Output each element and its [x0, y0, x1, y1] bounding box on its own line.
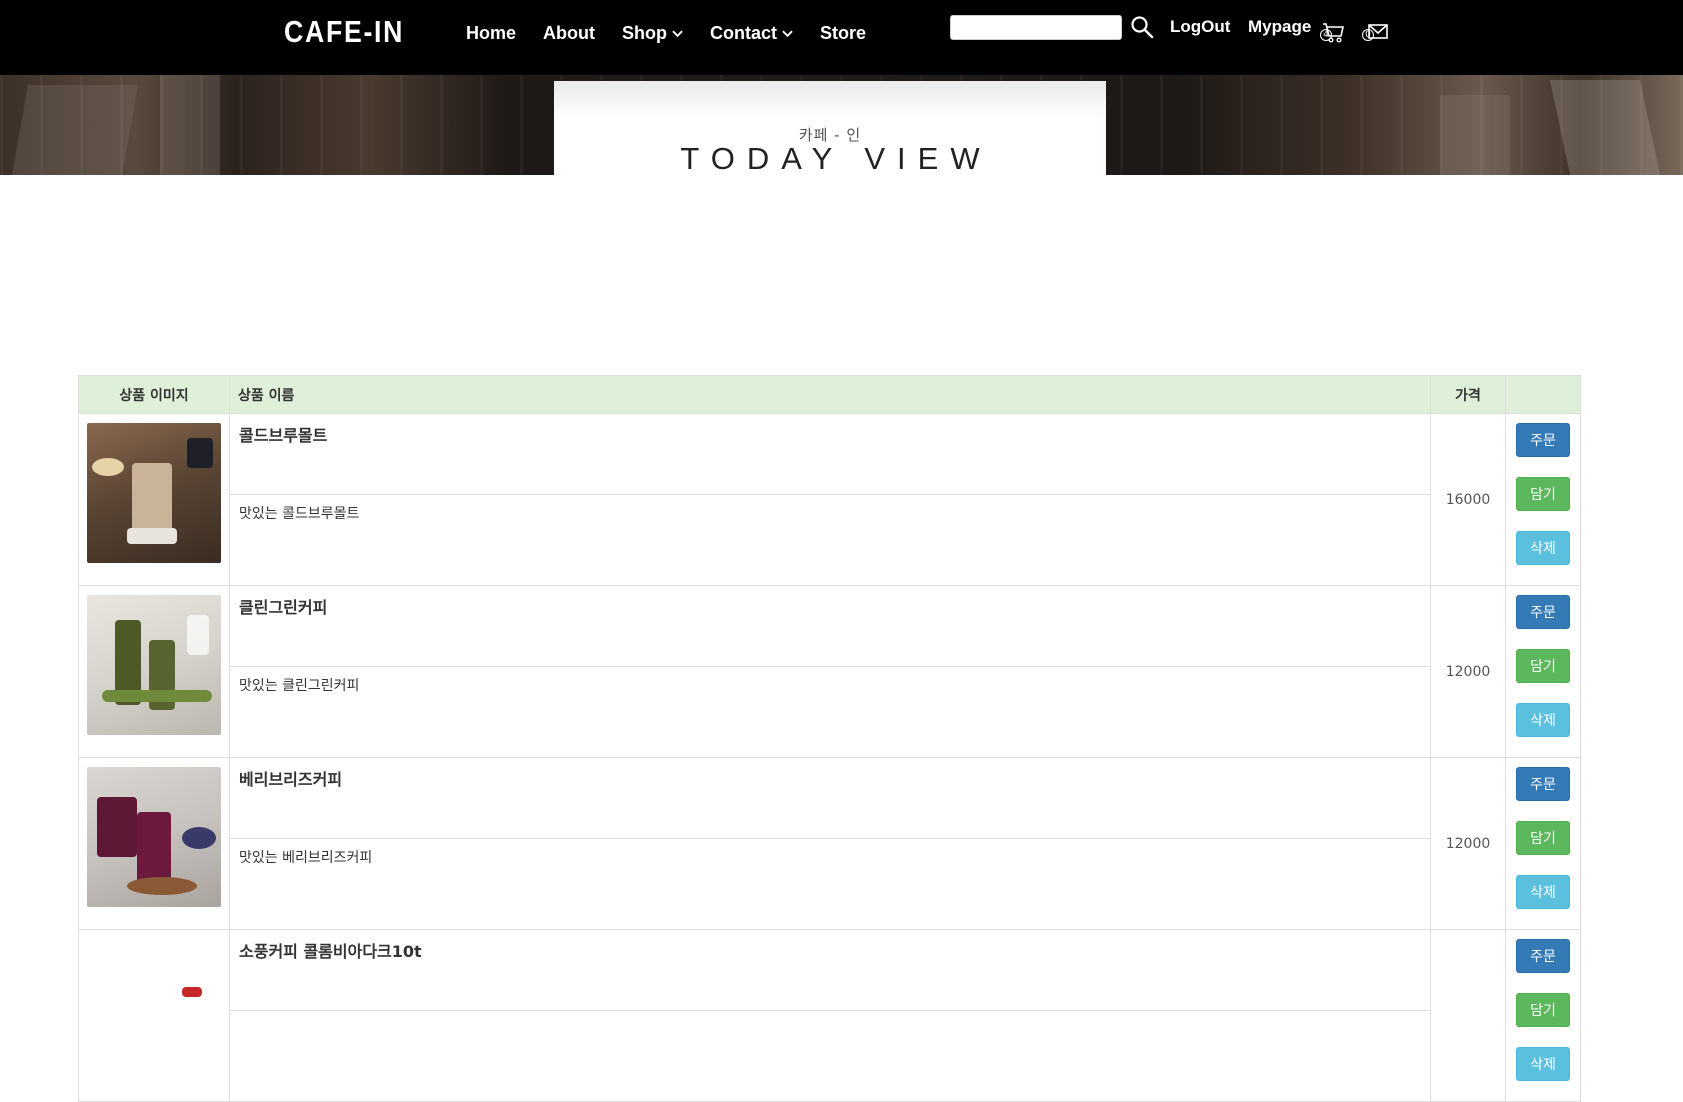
- product-name[interactable]: 클린그린커피: [230, 586, 1430, 667]
- clean-green-coffee-image[interactable]: [87, 595, 221, 735]
- product-actions-cell: 주문 담기 삭제: [1505, 929, 1581, 1102]
- nav-shop-label: Shop: [622, 22, 667, 43]
- product-table: 상품 이미지 상품 이름 가격 콜드브루몰트 맛있는 콜드브루몰트 16000: [78, 375, 1581, 1102]
- column-header-actions: [1505, 375, 1581, 414]
- column-header-image: 상품 이미지: [78, 375, 230, 414]
- product-image-cell: [78, 757, 230, 930]
- product-name-cell: 베리브리즈커피 맛있는 베리브리즈커피: [229, 757, 1431, 930]
- nav-about[interactable]: About: [543, 20, 595, 46]
- product-price: 16000: [1430, 413, 1506, 586]
- top-navbar: CAFE-IN Home About Shop Contact Store Lo…: [0, 0, 1683, 75]
- nav-about-label: About: [543, 22, 595, 43]
- mypage-link[interactable]: Mypage: [1248, 17, 1311, 37]
- product-name-cell: 콜드브루몰트 맛있는 콜드브루몰트: [229, 413, 1431, 586]
- product-image-cell: [78, 413, 230, 586]
- column-header-name: 상품 이름: [229, 375, 1431, 414]
- nav-home-label: Home: [466, 22, 517, 43]
- search-icon[interactable]: [1130, 15, 1154, 39]
- page-title-card: 카페 - 인 TODAY VIEW: [554, 81, 1106, 176]
- cart-count-badge: 4: [1320, 29, 1332, 41]
- product-image-cell: [78, 585, 230, 758]
- product-name[interactable]: 베리브리즈커피: [230, 758, 1430, 839]
- product-actions-cell: 주문 담기 삭제: [1505, 757, 1581, 930]
- delete-button[interactable]: 삭제: [1516, 1047, 1570, 1081]
- cold-brew-malt-image[interactable]: [87, 423, 221, 563]
- order-button[interactable]: 주문: [1516, 423, 1570, 457]
- table-header-row: 상품 이미지 상품 이름 가격: [78, 375, 1581, 414]
- delete-button[interactable]: 삭제: [1516, 875, 1570, 909]
- product-image-cell: [78, 929, 230, 1102]
- add-to-cart-button[interactable]: 담기: [1516, 649, 1570, 683]
- product-description: 맛있는 베리브리즈커피: [239, 850, 373, 866]
- chevron-down-icon: [672, 30, 683, 38]
- product-description: [230, 1011, 1430, 1088]
- chevron-down-icon: [782, 30, 793, 38]
- product-price: 12000: [1430, 757, 1506, 930]
- add-to-cart-button[interactable]: 담기: [1516, 477, 1570, 511]
- product-description: 맛있는 콜드브루몰트: [239, 506, 360, 522]
- column-header-price: 가격: [1430, 375, 1506, 414]
- product-description: 맛있는 클린그린커피: [239, 678, 360, 694]
- nav-home[interactable]: Home: [466, 20, 516, 46]
- product-price: 12000: [1430, 585, 1506, 758]
- nav-contact-label: Contact: [710, 22, 777, 43]
- product-name-cell: 소풍커피 콜롬비아다크10t: [229, 929, 1431, 1102]
- nav-shop-dropdown[interactable]: Shop: [622, 20, 683, 46]
- order-button[interactable]: 주문: [1516, 595, 1570, 629]
- product-actions-cell: 주문 담기 삭제: [1505, 585, 1581, 758]
- brand-logo[interactable]: CAFE-IN: [284, 14, 404, 50]
- message-count-badge: 0: [1362, 29, 1374, 41]
- nav-contact-dropdown[interactable]: Contact: [710, 20, 793, 46]
- main-nav: Home About Shop Contact Store: [466, 20, 893, 46]
- product-name[interactable]: 소풍커피 콜롬비아다크10t: [230, 930, 1430, 1011]
- add-to-cart-button[interactable]: 담기: [1516, 993, 1570, 1027]
- order-button[interactable]: 주문: [1516, 767, 1570, 801]
- product-name[interactable]: 콜드브루몰트: [230, 414, 1430, 495]
- product-image[interactable]: [87, 939, 221, 1079]
- berry-breeze-coffee-image[interactable]: [87, 767, 221, 907]
- product-price: [1430, 929, 1506, 1102]
- delete-button[interactable]: 삭제: [1516, 703, 1570, 737]
- product-name-cell: 클린그린커피 맛있는 클린그린커피: [229, 585, 1431, 758]
- delete-button[interactable]: 삭제: [1516, 531, 1570, 565]
- nav-store[interactable]: Store: [820, 20, 866, 46]
- search-input[interactable]: [950, 15, 1122, 40]
- order-button[interactable]: 주문: [1516, 939, 1570, 973]
- logout-link[interactable]: LogOut: [1170, 17, 1230, 37]
- add-to-cart-button[interactable]: 담기: [1516, 821, 1570, 855]
- nav-store-label: Store: [820, 22, 867, 43]
- page-title: TODAY VIEW: [680, 141, 992, 176]
- product-actions-cell: 주문 담기 삭제: [1505, 413, 1581, 586]
